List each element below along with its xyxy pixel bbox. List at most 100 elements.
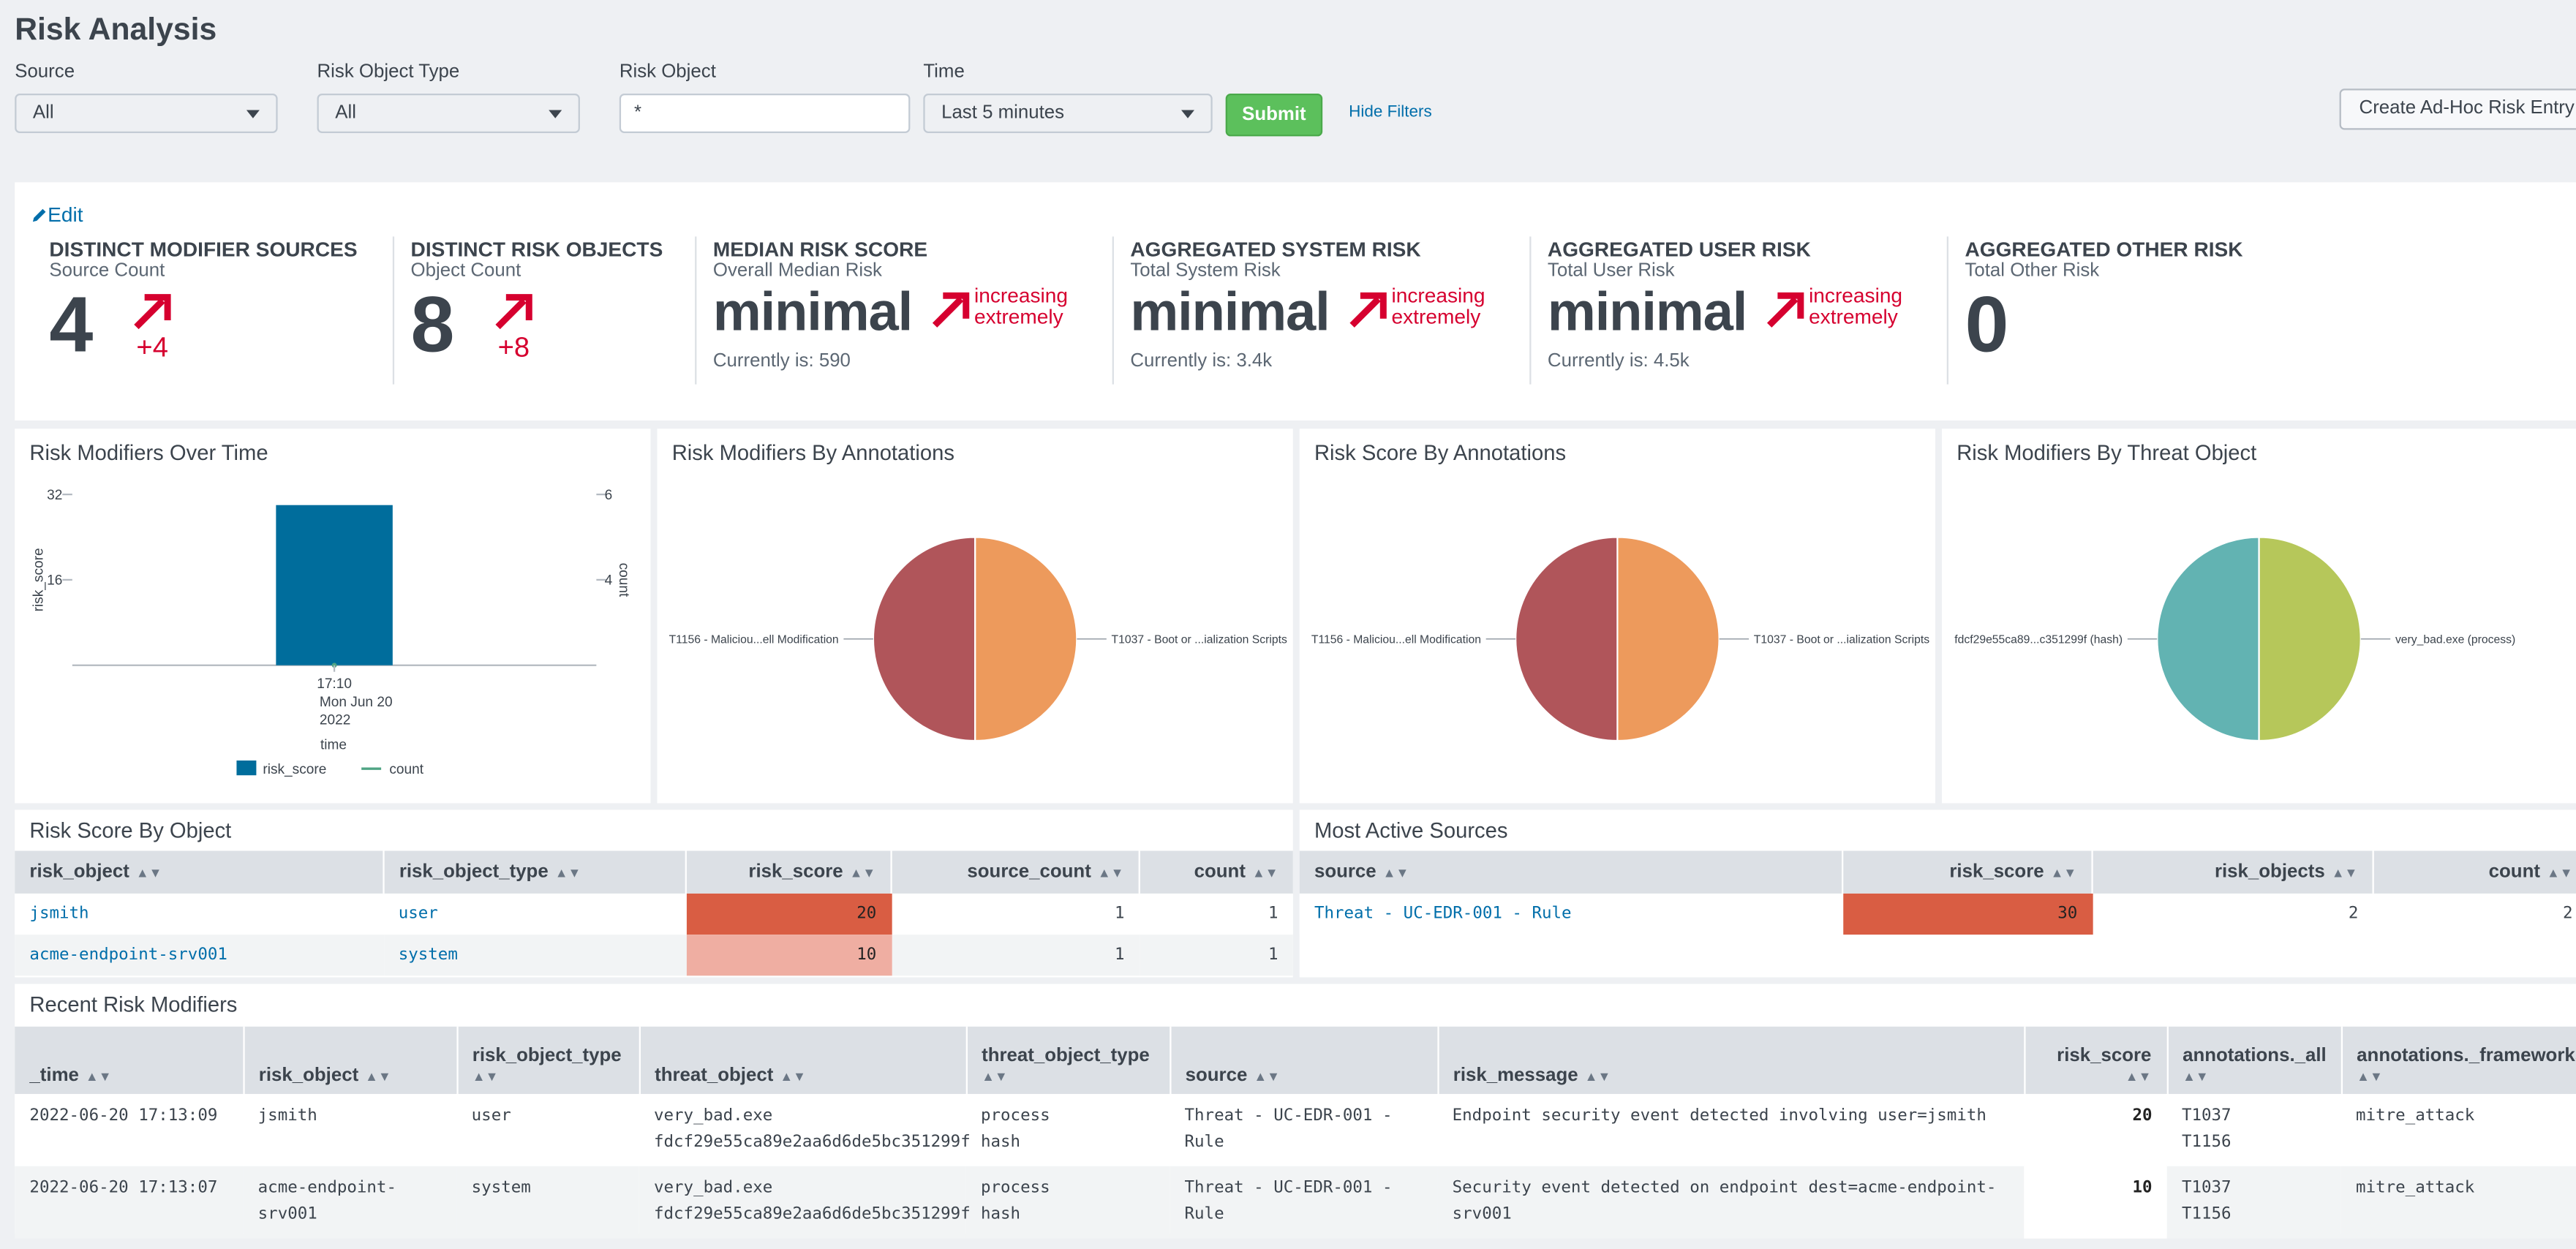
threat-object-type-cell: process hash [966,1094,1170,1166]
column-header[interactable]: risk_message ▲▼ [1436,1026,2025,1094]
kpi-current-value: Currently is: 3.4k [1130,351,1273,371]
column-header-label: threat_object_type [982,1046,1150,1066]
table-row[interactable]: 2022-06-20 17:13:07 acme-endpoint-srv001 s… [15,1166,2576,1239]
cell-line: T1156 [2181,1133,2232,1152]
column-header[interactable]: source ▲▼ [1169,1026,1438,1094]
risk-modifiers-by-annotations-pie[interactable]: T1037 - Boot or ...ialization Scripts T11… [657,468,1292,796]
pie-label: T1156 - Maliciou...ell Modification [1311,633,1481,646]
column-header[interactable]: annotations._frameworks ▲▼ [2340,1026,2576,1094]
hide-filters-link[interactable]: Hide Filters [1349,104,1432,122]
panel-title: Risk Modifiers By Annotations [671,439,954,465]
time-range-dropdown[interactable]: Last 5 minutes [923,94,1213,133]
x-tick-label: 17:10 [317,676,352,692]
kpi-current-value: Currently is: 4.5k [1547,351,1690,371]
trend-up-arrow-icon [1349,292,1387,328]
cell-line: Threat - UC-EDR-001 - [1184,1179,1393,1198]
column-header[interactable]: _time ▲▼ [15,1027,243,1094]
risk-score-cell: 10 [685,935,892,976]
create-adhoc-risk-entry-button[interactable]: Create Ad-Hoc Risk Entry [2339,88,2576,130]
page-title: Risk Analysis [15,12,217,48]
risk-object-type-dropdown[interactable]: All [317,94,580,133]
sort-icon: ▲▼ [365,1069,391,1084]
pie-slice[interactable] [1616,536,1720,742]
kpi-current-value: Currently is: 590 [712,351,851,371]
source-cell: Threat - UC-EDR-001 - Rule [1170,1094,1437,1166]
risk-object-link[interactable]: acme-endpoint-srv001 [15,935,383,976]
column-header[interactable]: source_count ▲▼ [890,850,1140,894]
risk-modifiers-by-threat-object-pie[interactable]: very_bad.exe (process) fdcf29e55ca89...c3… [1942,468,2576,796]
column-header-label: annotations._all [2183,1046,2327,1066]
risk-object-type-link[interactable]: system [383,935,685,976]
column-header[interactable]: risk_score ▲▼ [685,850,892,894]
time-cell: 2022-06-20 17:13:07 [29,1179,218,1198]
kpi-title: MEDIAN RISK SCORE [712,238,928,262]
pie-slice[interactable] [973,536,1078,742]
kpi-subtitle: Total User Risk [1547,261,1675,282]
kpi-trend-text: increasing extremely [1809,285,1902,329]
column-header[interactable]: risk_score ▲▼ [2023,1026,2167,1094]
table-row[interactable]: Threat - UC-EDR-001 - Rule 30 2 2 [1299,893,2576,935]
pie-label: fdcf29e55ca89...c351299f (hash) [1954,633,2123,646]
pie-slice[interactable] [2258,536,2362,742]
risk-modifiers-over-time-chart[interactable]: 163246risk_score count17:10Mon Jun 202022… [15,468,650,796]
risk-score-by-annotations-pie[interactable]: T1037 - Boot or ...ialization Scripts T11… [1300,468,1935,796]
column-header[interactable]: risk_object ▲▼ [15,851,383,894]
source-count-cell: 1 [1114,905,1125,924]
risk-object-input[interactable]: * [619,94,911,133]
cell-line: srv001 [257,1205,317,1224]
x-tick-label: 2022 [320,713,350,728]
kpi-value: minimal [1130,281,1330,342]
column-header-label: risk_objects [2214,862,2325,883]
risk-object-type-link[interactable]: user [383,894,685,935]
risk-score-by-object-table: risk_object ▲▼ risk_object_type ▲▼ risk_sc… [15,850,1293,976]
kpi-divider [695,236,697,385]
column-header[interactable]: risk_object_type ▲▼ [456,1026,639,1094]
kpi-title: AGGREGATED SYSTEM RISK [1130,238,1421,262]
risk-message-cell: Endpoint security event detected involvi… [1437,1094,2024,1166]
count-cell: 1 [1268,946,1278,965]
panel-title: Risk Score By Object [29,818,232,843]
pie-slice[interactable] [2156,536,2260,742]
bar[interactable] [276,505,393,665]
table-row[interactable]: jsmith user 20 1 1 [15,893,1293,935]
panel-title: Most Active Sources [1314,818,1508,843]
kpi-subtitle: Overall Median Risk [712,261,882,282]
pie-slice[interactable] [1515,536,1619,742]
source-link[interactable]: Threat - UC-EDR-001 - Rule [1300,894,1842,935]
threat-object-cell: very_bad.exe fdcf29e55ca89e2aa6d6de5bc351… [639,1166,971,1239]
kpi-divider [1529,236,1532,385]
cell-line: fdcf29e55ca89e2aa6d6de5bc351299f [653,1205,971,1224]
x-axis-label: time [320,737,347,752]
column-header-label: risk_score [748,862,843,883]
column-header-label: _time [29,1065,79,1086]
count-cell: 2 [2563,905,2573,924]
column-header[interactable]: threat_object_type ▲▼ [965,1026,1170,1094]
column-header[interactable]: annotations._all ▲▼ [2166,1026,2341,1094]
submit-button[interactable]: Submit [1225,94,1323,137]
column-header[interactable]: risk_object_type ▲▼ [383,850,686,894]
source-dropdown[interactable]: All [15,94,278,133]
kpi-delta: +8 [497,331,530,363]
cell-line: very_bad.exe [653,1179,773,1198]
sort-icon: ▲▼ [135,865,162,880]
column-header-label: source [1185,1065,1248,1086]
column-header[interactable]: source ▲▼ [1300,851,1842,894]
cell-line: acme-endpoint- [257,1179,397,1198]
column-header[interactable]: risk_score ▲▼ [1841,850,2093,894]
column-header[interactable]: threat_object ▲▼ [638,1026,966,1094]
column-header-label: annotations._frameworks [2357,1046,2576,1066]
kpi-trend-line: extremely [1809,305,1898,329]
column-header-label: risk_score [1949,862,2044,883]
column-header[interactable]: count ▲▼ [1138,850,1293,894]
edit-link[interactable]: Edit [31,204,83,227]
pie-slice[interactable] [872,536,976,742]
column-header[interactable]: risk_object ▲▼ [242,1026,457,1094]
kpi-value: 0 [1965,282,2009,370]
threat-object-type-cell: process hash [966,1166,1170,1239]
column-header[interactable]: count ▲▼ [2372,850,2576,894]
column-header-label: risk_object [29,862,129,883]
column-header[interactable]: risk_objects ▲▼ [2091,850,2373,894]
table-row[interactable]: 2022-06-20 17:13:09 jsmith user very_bad.ex… [15,1093,2576,1166]
table-row[interactable]: acme-endpoint-srv001 system 10 1 1 [15,935,1293,976]
risk-object-link[interactable]: jsmith [15,894,383,935]
